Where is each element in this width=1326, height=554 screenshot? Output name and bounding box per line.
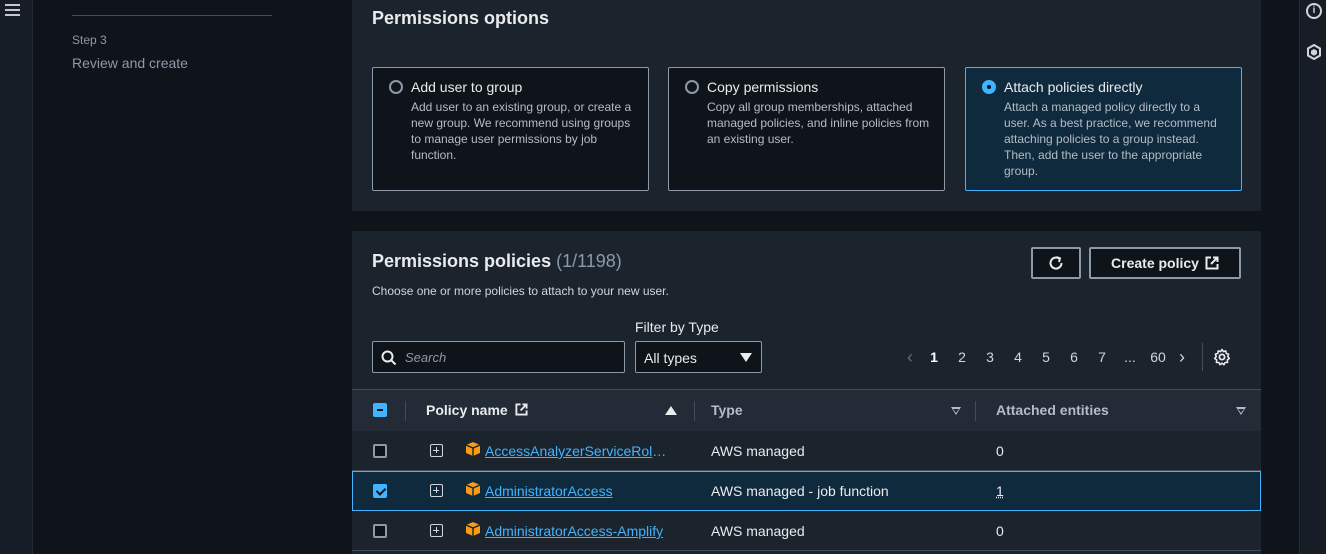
attached-entities[interactable]: 1	[996, 483, 1004, 499]
column-divider	[694, 401, 695, 421]
radio-add-user-to-group[interactable]	[389, 80, 403, 94]
filter-type-value: All types	[644, 350, 697, 366]
radio-copy-permissions[interactable]	[685, 80, 699, 94]
expand-icon[interactable]	[430, 524, 443, 537]
package-icon	[465, 442, 481, 456]
row-checkbox[interactable]	[373, 444, 387, 458]
create-policy-button[interactable]: Create policy	[1089, 247, 1241, 279]
left-nav-bar	[0, 0, 33, 554]
row-checkbox[interactable]	[373, 484, 387, 498]
page-5[interactable]: 5	[1032, 349, 1060, 365]
refresh-button[interactable]	[1031, 247, 1081, 279]
step-3-title[interactable]: Review and create	[72, 55, 188, 71]
column-header-attached-entities[interactable]: Attached entities	[996, 402, 1109, 418]
page-1[interactable]: 1	[920, 349, 948, 365]
table-row[interactable]: AccessAnalyzerServiceRole... AWS managed…	[352, 431, 1261, 471]
expand-icon[interactable]	[430, 444, 443, 457]
permissions-policies-title: Permissions policies (1/1198)	[372, 251, 622, 272]
sort-icon[interactable]	[951, 407, 961, 415]
select-all-checkbox[interactable]	[373, 403, 387, 417]
option-title: Copy permissions	[707, 79, 819, 95]
permissions-options-panel: Permissions options Add user to group Ad…	[352, 0, 1261, 211]
policies-count: (1/1198)	[556, 251, 622, 271]
option-attach-policies-directly[interactable]: Attach policies directly Attach a manage…	[965, 67, 1242, 191]
create-policy-label: Create policy	[1111, 255, 1199, 271]
package-icon	[465, 482, 481, 496]
chevron-right-icon[interactable]: ›	[1172, 347, 1192, 368]
hexagon-icon[interactable]	[1306, 44, 1322, 60]
settings-icon[interactable]	[1213, 348, 1231, 366]
option-copy-permissions[interactable]: Copy permissions Copy all group membersh…	[668, 67, 945, 191]
policy-type: AWS managed - job function	[711, 483, 889, 499]
filter-by-type-label: Filter by Type	[635, 319, 719, 335]
policy-type: AWS managed	[711, 443, 805, 459]
column-header-policy-name[interactable]: Policy name	[426, 402, 528, 418]
external-link-icon	[1205, 256, 1219, 270]
pagination-divider	[1202, 343, 1203, 371]
external-link-icon	[515, 403, 528, 416]
column-divider	[975, 401, 976, 421]
page-7[interactable]: 7	[1088, 349, 1116, 365]
page-ellipsis: ...	[1124, 349, 1136, 365]
sort-ascending-icon[interactable]	[665, 406, 677, 415]
policies-table-header: Policy name Type Attached entities	[352, 389, 1261, 431]
attached-entities: 0	[996, 443, 1004, 459]
expand-icon[interactable]	[430, 484, 443, 497]
package-icon	[465, 522, 481, 536]
policies-subtitle: Choose one or more policies to attach to…	[372, 284, 669, 298]
page-3[interactable]: 3	[976, 349, 1004, 365]
wizard-steps: Step 3 Review and create	[33, 0, 352, 554]
page-4[interactable]: 4	[1004, 349, 1032, 365]
page-6[interactable]: 6	[1060, 349, 1088, 365]
page-2[interactable]: 2	[948, 349, 976, 365]
policy-name-link[interactable]: AdministratorAccess	[485, 483, 613, 499]
permissions-options-title: Permissions options	[372, 8, 550, 28]
sort-icon[interactable]	[1236, 407, 1246, 415]
menu-icon[interactable]	[5, 4, 20, 18]
option-title: Attach policies directly	[1004, 79, 1143, 95]
table-row[interactable]: AdministratorAccess-Amplify AWS managed …	[352, 511, 1261, 551]
policies-title-text: Permissions policies	[372, 251, 552, 271]
row-checkbox[interactable]	[373, 524, 387, 538]
chevron-left-icon[interactable]: ‹	[900, 347, 920, 368]
page-60[interactable]: 60	[1144, 349, 1172, 365]
right-utility-bar: i	[1299, 0, 1326, 554]
option-description: Attach a managed policy directly to a us…	[1004, 100, 1217, 178]
radio-attach-policies-directly[interactable]	[982, 80, 996, 94]
policy-name-link[interactable]: AccessAnalyzerServiceRole...	[485, 443, 671, 459]
info-icon[interactable]: i	[1306, 3, 1322, 19]
attached-entities: 0	[996, 523, 1004, 539]
caret-down-icon	[740, 353, 752, 362]
column-policy-name-label: Policy name	[426, 402, 508, 418]
filter-type-select[interactable]: All types	[635, 341, 762, 373]
refresh-icon	[1049, 256, 1063, 270]
permissions-policies-panel: Permissions policies (1/1198) Choose one…	[352, 231, 1261, 554]
column-header-type[interactable]: Type	[711, 402, 743, 418]
steps-divider	[72, 15, 272, 16]
step-3-label: Step 3	[72, 33, 107, 47]
pagination: ‹ 1 2 3 4 5 6 7 ... 60 ›	[900, 343, 1231, 371]
table-row-selected[interactable]: AdministratorAccess AWS managed - job fu…	[352, 471, 1261, 511]
policy-name-link[interactable]: AdministratorAccess-Amplify	[485, 523, 663, 539]
policy-type: AWS managed	[711, 523, 805, 539]
search-input[interactable]: Search	[372, 341, 625, 373]
column-divider	[405, 401, 406, 421]
search-placeholder: Search	[405, 350, 447, 365]
option-add-user-to-group[interactable]: Add user to group Add user to an existin…	[372, 67, 649, 191]
option-description: Copy all group memberships, attached man…	[707, 100, 930, 146]
option-description: Add user to an existing group, or create…	[411, 100, 632, 162]
option-title: Add user to group	[411, 79, 523, 95]
search-icon	[381, 350, 397, 366]
